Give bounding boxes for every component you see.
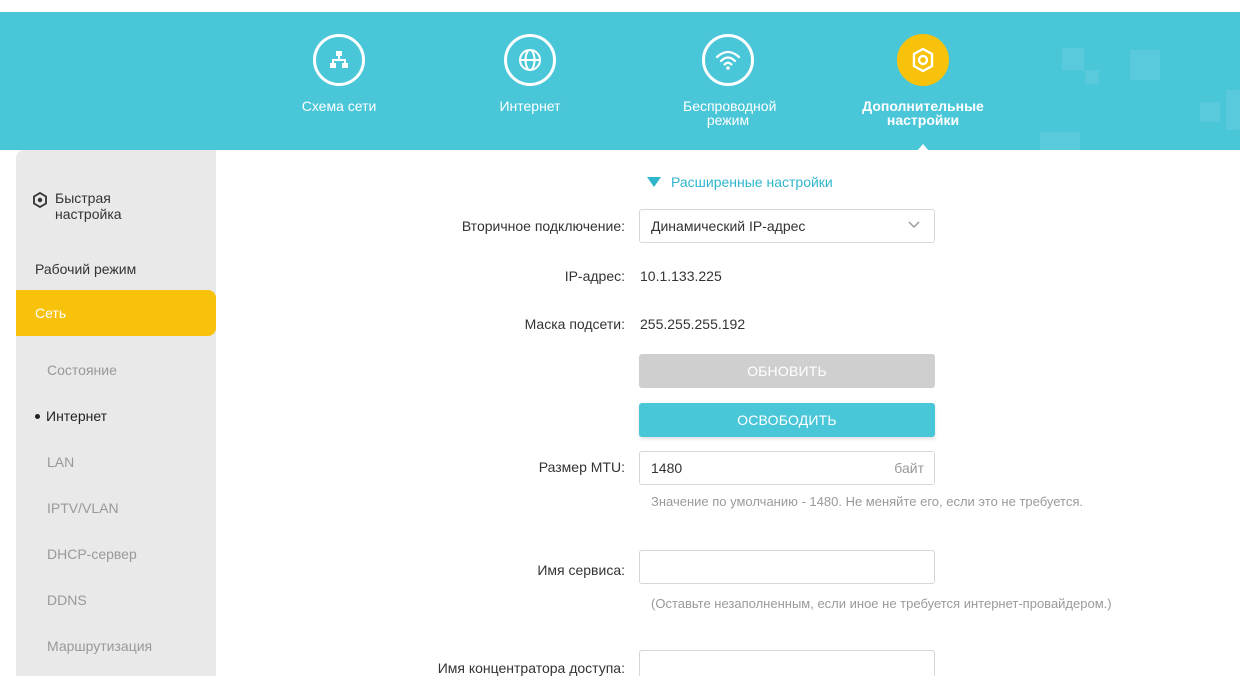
- gear-icon: [897, 34, 949, 86]
- release-button[interactable]: ОСВОБОДИТЬ: [639, 403, 935, 437]
- service-name-label: Имя сервиса:: [537, 562, 625, 578]
- access-concentrator-input[interactable]: [639, 650, 935, 676]
- triangle-down-icon: [647, 177, 661, 187]
- sidebar-subitem-lan[interactable]: LAN: [47, 454, 247, 470]
- sidebar-subitem-ddns[interactable]: DDNS: [47, 592, 247, 608]
- mtu-unit: байт: [894, 460, 924, 476]
- sidebar: Быстрая настройка Рабочий режим Сеть Сос…: [16, 150, 216, 676]
- gear-icon: [33, 192, 47, 208]
- bg-pixel: [1200, 102, 1220, 122]
- sidebar-subitem-label: Интернет: [46, 408, 108, 424]
- mtu-label: Размер MTU:: [538, 459, 625, 475]
- renew-button[interactable]: ОБНОВИТЬ: [639, 354, 935, 388]
- mtu-hint: Значение по умолчанию - 1480. Не меняйте…: [651, 494, 1083, 509]
- nav-label: Беспроводной режим: [683, 98, 777, 128]
- network-map-icon: [313, 34, 365, 86]
- sidebar-subitem-iptv[interactable]: IPTV/VLAN: [47, 500, 247, 516]
- secondary-connection-value: Динамический IP-адрес: [651, 218, 806, 234]
- sidebar-item-label: Быстрая настройка: [55, 190, 122, 222]
- bg-pixel: [1085, 70, 1099, 84]
- bg-pixel: [1226, 90, 1240, 130]
- top-navigation: Схема сети Интернет Беспроводной режим Д…: [0, 12, 1240, 150]
- secondary-connection-label: Вторичное подключение:: [461, 218, 625, 234]
- access-concentrator-label: Имя концентратора доступа:: [437, 660, 625, 676]
- sidebar-item-quick-setup[interactable]: Быстрая настройка: [32, 190, 202, 222]
- bg-pixel: [1062, 48, 1084, 70]
- sidebar-subitem-routing[interactable]: Маршрутизация: [47, 638, 247, 654]
- subnet-mask-label: Маска подсети:: [524, 316, 625, 332]
- globe-icon: [504, 34, 556, 86]
- sidebar-subitem-internet[interactable]: Интернет: [35, 408, 235, 424]
- active-dot-icon: [35, 413, 40, 419]
- advanced-settings-toggle[interactable]: Расширенные настройки: [647, 174, 833, 190]
- sidebar-subitem-dhcp[interactable]: DHCP-сервер: [47, 546, 247, 562]
- bg-pixel: [1040, 132, 1080, 150]
- subnet-mask-value: 255.255.255.192: [640, 316, 746, 332]
- mtu-input[interactable]: 1480 байт: [639, 451, 935, 485]
- nav-internet[interactable]: Интернет: [470, 12, 590, 113]
- nav-advanced[interactable]: Дополнительные настройки: [862, 12, 984, 127]
- nav-wireless[interactable]: Беспроводной режим: [668, 12, 788, 127]
- bg-pixel: [1130, 50, 1160, 80]
- advanced-settings-label: Расширенные настройки: [671, 174, 833, 190]
- sidebar-subitem-status[interactable]: Состояние: [47, 362, 247, 378]
- service-name-input[interactable]: [639, 550, 935, 584]
- nav-label: Схема сети: [301, 98, 377, 114]
- nav-label: Дополнительные настройки: [862, 98, 984, 128]
- chevron-down-icon: [908, 221, 920, 229]
- active-tab-pointer: [911, 144, 935, 150]
- ip-address-label: IP-адрес:: [564, 268, 625, 284]
- nav-network-map[interactable]: Схема сети: [279, 12, 399, 113]
- ip-address-value: 10.1.133.225: [640, 268, 722, 284]
- nav-label: Интернет: [499, 98, 561, 114]
- secondary-connection-select[interactable]: Динамический IP-адрес: [639, 209, 935, 243]
- sidebar-item-network[interactable]: Сеть: [16, 290, 216, 336]
- sidebar-item-operation-mode[interactable]: Рабочий режим: [35, 261, 235, 277]
- wifi-icon: [702, 34, 754, 86]
- mtu-value: 1480: [651, 460, 683, 476]
- service-name-hint: (Оставьте незаполненным, если иное не тр…: [651, 596, 1112, 611]
